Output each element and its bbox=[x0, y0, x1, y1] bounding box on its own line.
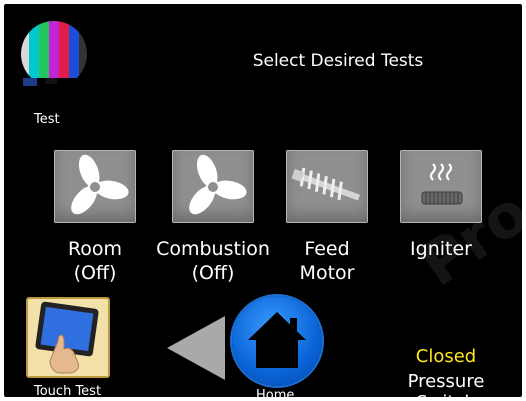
combustion-label: Combustion (Off) bbox=[156, 238, 270, 284]
page-title: Select Desired Tests bbox=[252, 51, 424, 71]
home-icon bbox=[248, 312, 306, 368]
home-label: Home bbox=[256, 388, 295, 397]
feed-motor-label: Feed Motor bbox=[299, 238, 355, 284]
room-label: Room (Off) bbox=[67, 238, 123, 284]
igniter-icon bbox=[421, 163, 463, 205]
pressure-switch-label: Pressure Switch bbox=[407, 371, 485, 397]
home-button[interactable] bbox=[232, 296, 322, 386]
igniter-label: Igniter bbox=[410, 238, 472, 260]
back-arrow-button[interactable] bbox=[167, 316, 225, 380]
feed-motor-button[interactable] bbox=[286, 150, 368, 223]
tablet-touch-icon bbox=[35, 301, 99, 374]
screen: Pro Test Select Desired Tests Room (Off)… bbox=[4, 4, 522, 397]
touch-test-label: Touch Test bbox=[34, 384, 102, 397]
test-label: Test bbox=[34, 112, 60, 127]
touch-test-button[interactable] bbox=[26, 297, 110, 378]
pressure-switch-status: Closed bbox=[415, 346, 477, 367]
fan-icon bbox=[71, 154, 129, 215]
room-fan-button[interactable] bbox=[54, 150, 136, 223]
combustion-fan-button[interactable] bbox=[172, 150, 254, 223]
auger-icon bbox=[291, 167, 360, 201]
igniter-button[interactable] bbox=[400, 150, 482, 223]
fan-icon bbox=[189, 154, 247, 215]
